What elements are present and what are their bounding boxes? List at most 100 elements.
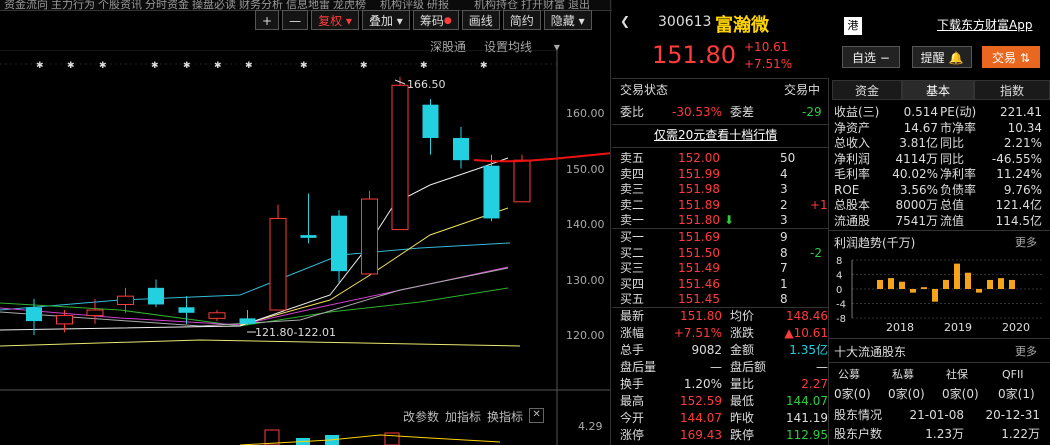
trade-button[interactable]: 交易 ⇅ — [982, 46, 1040, 68]
holder-type-header: 社保 — [946, 368, 968, 381]
remind-label: 提醒 — [920, 51, 945, 65]
y-tick-label: 160.00 — [566, 107, 605, 120]
candle-body — [208, 312, 226, 319]
chart-grid — [0, 50, 610, 445]
candle-body — [300, 235, 317, 238]
stat-label: 盘后量 — [620, 360, 657, 374]
volume-bars — [239, 429, 501, 445]
candle-body — [269, 217, 287, 311]
fund-value: -46.55% — [991, 151, 1042, 166]
add-indicator-button[interactable]: 加指标 — [445, 408, 481, 425]
stat-label: 涨跌 — [730, 326, 755, 340]
chevron-down-icon: ▾ — [578, 14, 585, 28]
event-marker-icon[interactable]: ✱ — [183, 61, 191, 71]
holder-type-header: 公募 — [838, 368, 860, 381]
simple-button[interactable]: 简约 — [502, 10, 541, 30]
event-marker-icon[interactable]: ✱ — [151, 61, 159, 71]
stat-value: 1.20% — [683, 377, 722, 391]
fund-label: 净利润 — [834, 151, 871, 166]
event-marker-icon[interactable]: ✱ — [420, 61, 428, 71]
price-change-pct: +7.51% — [744, 57, 793, 71]
chips-button[interactable]: 筹码● — [412, 10, 459, 30]
book-price: 151.50 — [678, 245, 720, 260]
candle-body — [56, 315, 73, 325]
event-marker-icon[interactable]: ✱ — [214, 61, 222, 71]
remind-button[interactable]: 提醒 🔔 — [912, 46, 972, 68]
stat-value: — — [816, 360, 828, 374]
top-menu-item[interactable]: 个股资讯 — [98, 0, 142, 10]
fund-value: 7541万 — [895, 213, 938, 228]
profit-bar-chart: 8 4 0 -4 -8 2018 2019 2020 — [836, 256, 1044, 334]
event-marker-icon[interactable]: ✱ — [245, 61, 253, 71]
chart-toolbar: + — 复权 ▾ 叠加 ▾ 筹码● 画线 简约 隐藏 ▾ — [255, 10, 592, 32]
book-volume: 50 — [780, 151, 796, 165]
fund-label: ROE — [834, 182, 860, 197]
zoom-in-button[interactable]: + — [255, 10, 280, 30]
event-marker-icon[interactable]: ✱ — [67, 61, 75, 71]
y-tick-label: 120.00 — [566, 329, 605, 342]
tab-index[interactable]: 指数 — [974, 80, 1050, 100]
profit-more-link[interactable]: 更多 — [1015, 234, 1037, 250]
fund-label: 净利率 — [940, 167, 977, 181]
fuquan-dropdown[interactable]: 复权 ▾ — [311, 10, 359, 30]
profit-bar — [921, 287, 927, 289]
fund-label: 净资产 — [834, 120, 871, 135]
divider — [612, 147, 828, 148]
add-watchlist-button[interactable]: 自选 − — [842, 46, 900, 68]
event-marker-icon[interactable]: ✱ — [480, 61, 488, 71]
holder-type-header: 私募 — [892, 368, 914, 381]
download-app-link[interactable]: 下载东方财富App — [937, 16, 1032, 33]
event-marker-icon[interactable]: ✱ — [300, 61, 308, 71]
book-price: 151.80 — [678, 213, 720, 227]
zoom-out-button[interactable]: — — [282, 10, 309, 30]
book-level-label: 卖五 — [620, 151, 645, 165]
change-params-button[interactable]: 改参数 — [403, 408, 439, 425]
top-menu-item[interactable]: 操盘必读 — [192, 0, 236, 10]
kline-chart[interactable]: ✱ ✱ ✱ ✱ ✱ ✱ ✱ ✱ ✱ ✱ ✱ 160.00 150.00 140.00 130.00 … — [0, 50, 610, 445]
hide-dropdown[interactable]: 隐藏 ▾ — [543, 10, 592, 30]
event-marker-icon[interactable]: ✱ — [36, 61, 44, 71]
book-price: 151.45 — [678, 292, 720, 306]
top-menu-item[interactable]: 主力行为 — [51, 0, 95, 10]
low-annotation: 121.80-122.01 — [247, 326, 336, 339]
chips-label: 筹码 — [419, 14, 444, 28]
top-menu-item[interactable]: 分时资金 — [145, 0, 189, 10]
panel-divider — [610, 0, 611, 445]
holder-type-header: QFII — [1002, 368, 1024, 381]
fund-value: 3.81亿 — [899, 136, 938, 150]
candle-body — [453, 137, 469, 161]
weibi-label: 委比 — [620, 105, 645, 119]
book-change: +1 — [810, 197, 828, 212]
stat-label: 昨收 — [730, 411, 755, 425]
stat-value: 144.07 — [680, 411, 722, 425]
candle-body — [178, 307, 195, 313]
book-price: 152.00 — [678, 151, 720, 165]
fund-value: 221.41 — [1000, 105, 1042, 119]
candle-body — [391, 84, 409, 231]
candle-body — [331, 215, 347, 272]
switch-indicator-button[interactable]: 换指标 — [487, 408, 523, 425]
stat-value: 1.35亿 — [789, 343, 828, 357]
event-marker-icon[interactable]: ✱ — [99, 61, 107, 71]
fund-label: 同比 — [940, 136, 965, 150]
stat-label: 涨停 — [620, 428, 645, 442]
draw-line-button[interactable]: 画线 — [461, 10, 500, 30]
self-select-label: 自选 — [852, 51, 877, 65]
overlay-label: 叠加 — [368, 14, 393, 28]
event-marker-icon[interactable]: ✱ — [360, 61, 368, 71]
holder-type-value: 0家(0) — [888, 387, 925, 401]
y-tick-label: 130.00 — [566, 274, 605, 287]
holder-type-value: 0家(1) — [998, 387, 1035, 401]
overlay-dropdown[interactable]: 叠加 ▾ — [361, 10, 410, 30]
fund-value: 11.24% — [996, 167, 1042, 181]
prev-stock-icon[interactable]: ❮ — [620, 14, 630, 28]
close-icon[interactable]: ✕ — [529, 408, 545, 423]
book-price: 151.99 — [678, 166, 720, 181]
tab-capital[interactable]: 资金 — [832, 80, 902, 100]
fund-label: 负债率 — [940, 182, 977, 197]
book-volume: 1 — [780, 276, 788, 291]
holders-more-link[interactable]: 更多 — [1015, 343, 1037, 359]
top-menu-item[interactable]: 资金流向 — [4, 0, 48, 10]
tab-basic[interactable]: 基本 — [902, 80, 974, 100]
level10-promo-link[interactable]: 仅需20元查看十档行情 — [654, 127, 777, 144]
